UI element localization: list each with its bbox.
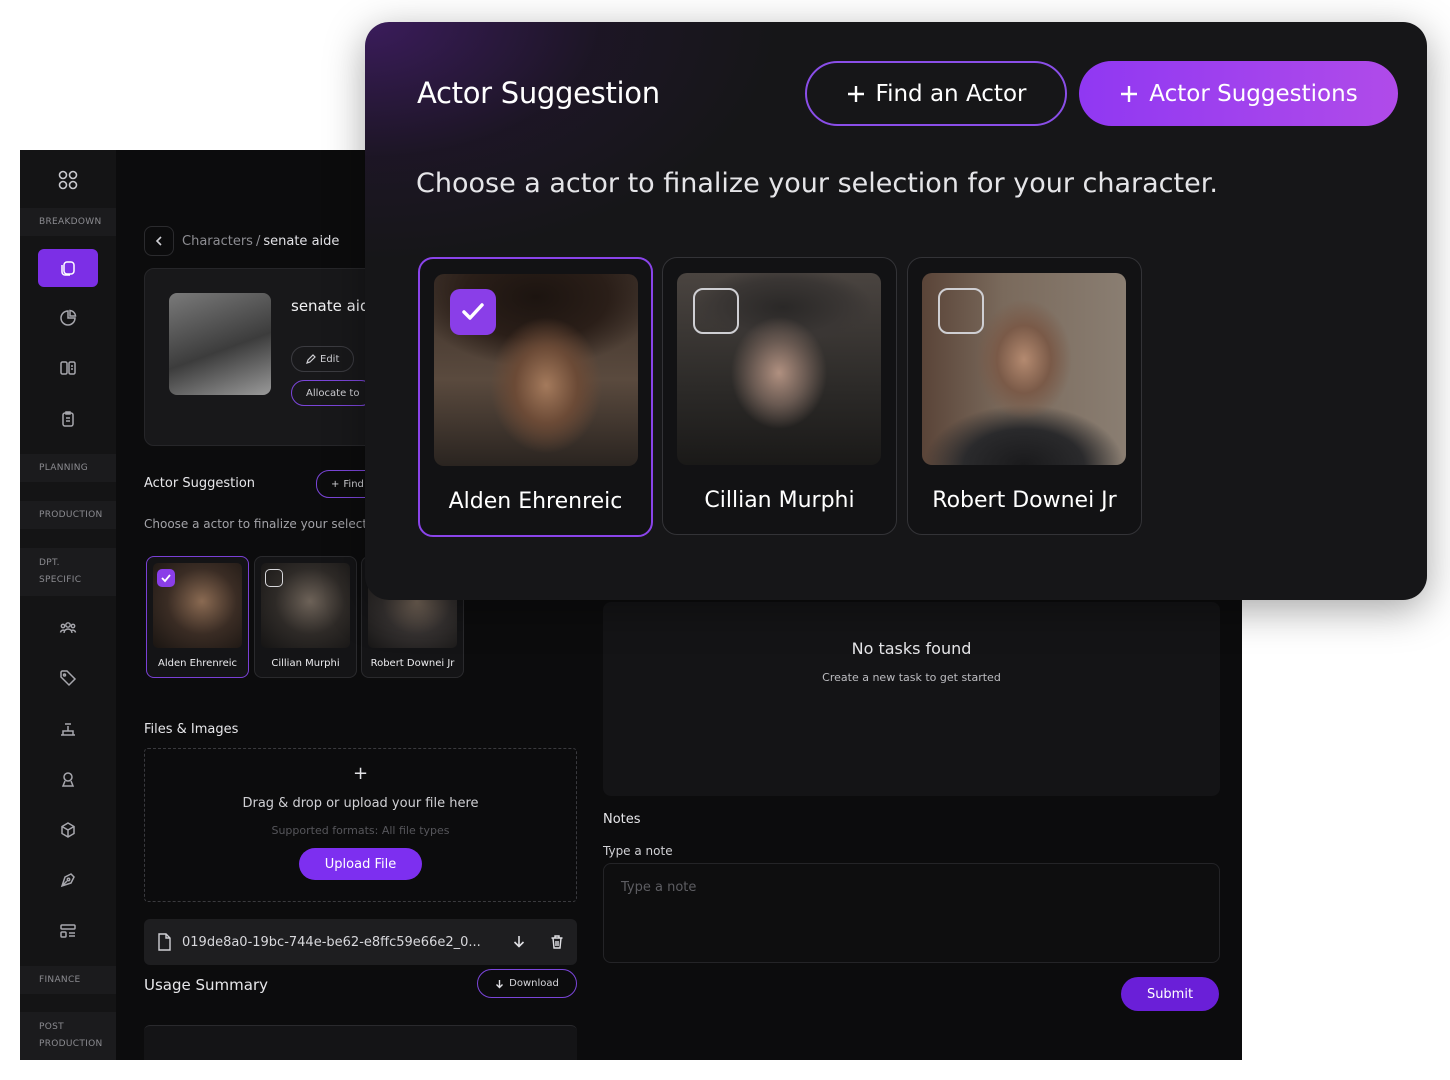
pencil-icon [306, 354, 316, 364]
character-photo [169, 293, 271, 395]
breadcrumb-current: senate aide [263, 233, 340, 249]
location-icon [61, 772, 75, 787]
actor-name: Cillian Murphi [704, 488, 855, 513]
file-name: 019de8a0-19bc-744e-be62-e8ffc59e66e2_0..… [182, 934, 481, 950]
plus-icon: + [331, 478, 340, 490]
sidebar-item-assets[interactable] [38, 811, 98, 849]
checkbox-empty-icon[interactable] [938, 288, 984, 334]
sidebar-section-finance: FINANCE [20, 966, 116, 994]
actor-name-small: Robert Downei Jr [370, 658, 455, 669]
actor-name: Robert Downei Jr [932, 488, 1117, 513]
back-button[interactable] [144, 226, 174, 256]
find-label-small: Find [343, 478, 364, 490]
notes-label: Type a note [603, 844, 673, 858]
chevron-left-icon [155, 236, 162, 246]
sidebar-item-layout[interactable] [38, 912, 98, 950]
find-actor-button[interactable]: Find an Actor [805, 61, 1067, 126]
sidebar-section-breakdown: BREAKDOWN [20, 208, 116, 236]
actor-card[interactable]: Cillian Murphi [662, 257, 897, 535]
sidebar-item-props[interactable] [38, 710, 98, 748]
sidebar-item-location[interactable] [38, 760, 98, 798]
file-dropzone[interactable]: + Drag & drop or upload your file here S… [144, 748, 577, 902]
actor-suggestion-modal: Actor Suggestion Find an Actor Actor Sug… [365, 22, 1427, 600]
sidebar-section-production: PRODUCTION [20, 501, 116, 529]
sidebar-section-dpt-specific: DPT. SPECIFIC [20, 548, 116, 596]
plus-icon [847, 85, 864, 102]
breadcrumb-parent[interactable]: Characters [182, 234, 253, 249]
sidebar-item-tags[interactable] [38, 659, 98, 697]
team-icon [59, 622, 77, 634]
submit-button[interactable]: Submit [1121, 977, 1219, 1011]
file-row: 019de8a0-19bc-744e-be62-e8ffc59e66e2_0..… [144, 919, 577, 965]
modal-title: Actor Suggestion [417, 76, 660, 110]
download-label: Download [509, 978, 559, 989]
allocate-label: Allocate to [306, 387, 360, 399]
notes-title: Notes [603, 812, 641, 827]
copy-icon [61, 261, 75, 276]
breadcrumb: Characters / senate aide [144, 226, 339, 256]
checkbox-empty-icon[interactable] [265, 569, 283, 587]
find-actor-label: Find an Actor [875, 80, 1027, 107]
actor-suggestion-subtitle-small: Choose a actor to finalize your selectio [144, 517, 378, 531]
actor-card-small[interactable]: Cillian Murphi [254, 556, 357, 678]
pen-nib-icon [60, 873, 75, 888]
download-arrow-icon [496, 979, 504, 988]
edit-label: Edit [320, 353, 340, 365]
sidebar: BREAKDOWN PLANNING PRODUCTION DPT. SPECI… [20, 150, 116, 1060]
cube-icon [61, 822, 75, 838]
pie-chart-icon [60, 309, 77, 326]
grid-logo-icon[interactable] [58, 170, 78, 190]
edit-button[interactable]: Edit [291, 346, 355, 372]
checkbox-checked-icon[interactable] [450, 289, 496, 335]
download-icon[interactable] [511, 934, 527, 950]
usage-summary-panel [144, 1025, 577, 1060]
breadcrumb-separator: / [255, 233, 261, 249]
allocate-button[interactable]: Allocate to [291, 380, 375, 406]
actor-suggestion-title-small: Actor Suggestion [144, 476, 256, 491]
sidebar-section-post-production: POST PRODUCTION [20, 1012, 116, 1060]
actor-name: Alden Ehrenreic [448, 489, 623, 514]
supported-formats: Supported formats: All file types [271, 824, 450, 837]
actor-suggestions-label: Actor Suggestions [1149, 80, 1358, 107]
actor-name-small: Alden Ehrenreic [158, 658, 237, 669]
checkbox-checked-icon[interactable] [157, 569, 175, 587]
upload-file-button[interactable]: Upload File [299, 848, 422, 880]
lamp-icon [61, 723, 75, 736]
drop-text: Drag & drop or upload your file here [242, 796, 479, 811]
actor-card-small[interactable]: Alden Ehrenreic [146, 556, 249, 678]
usage-summary-title: Usage Summary [144, 976, 268, 994]
tag-icon [60, 670, 77, 687]
modal-subtitle: Choose a actor to finalize your selectio… [416, 168, 1218, 199]
actor-card[interactable]: Alden Ehrenreic [418, 257, 653, 537]
no-tasks-title: No tasks found [851, 639, 972, 658]
clipboard-icon [62, 411, 74, 427]
sidebar-item-script[interactable] [38, 400, 98, 438]
actor-card[interactable]: Robert Downei Jr [907, 257, 1142, 535]
add-file-icon: + [352, 763, 369, 784]
plus-icon [1121, 85, 1138, 102]
sidebar-item-team[interactable] [38, 609, 98, 647]
trash-icon[interactable] [549, 934, 565, 950]
checkbox-empty-icon[interactable] [693, 288, 739, 334]
layout-icon [60, 924, 76, 938]
sidebar-section-planning: PLANNING [20, 454, 116, 482]
download-button[interactable]: Download [477, 969, 577, 998]
note-textarea[interactable]: Type a note [603, 863, 1220, 963]
file-icon [158, 933, 171, 951]
files-title: Files & Images [144, 722, 239, 737]
sidebar-item-chart[interactable] [38, 299, 98, 337]
tasks-panel: No tasks found Create a new task to get … [603, 602, 1220, 796]
sidebar-item-characters[interactable] [38, 249, 98, 287]
screenshot-stage: BREAKDOWN PLANNING PRODUCTION DPT. SPECI… [0, 0, 1450, 1080]
sidebar-item-scenes[interactable] [38, 349, 98, 387]
storyboard-icon [60, 361, 76, 375]
actor-name-small: Cillian Murphi [271, 658, 340, 669]
sidebar-item-effects[interactable] [38, 861, 98, 899]
actor-suggestions-button[interactable]: Actor Suggestions [1079, 61, 1398, 126]
no-tasks-subtitle: Create a new task to get started [822, 671, 1001, 684]
